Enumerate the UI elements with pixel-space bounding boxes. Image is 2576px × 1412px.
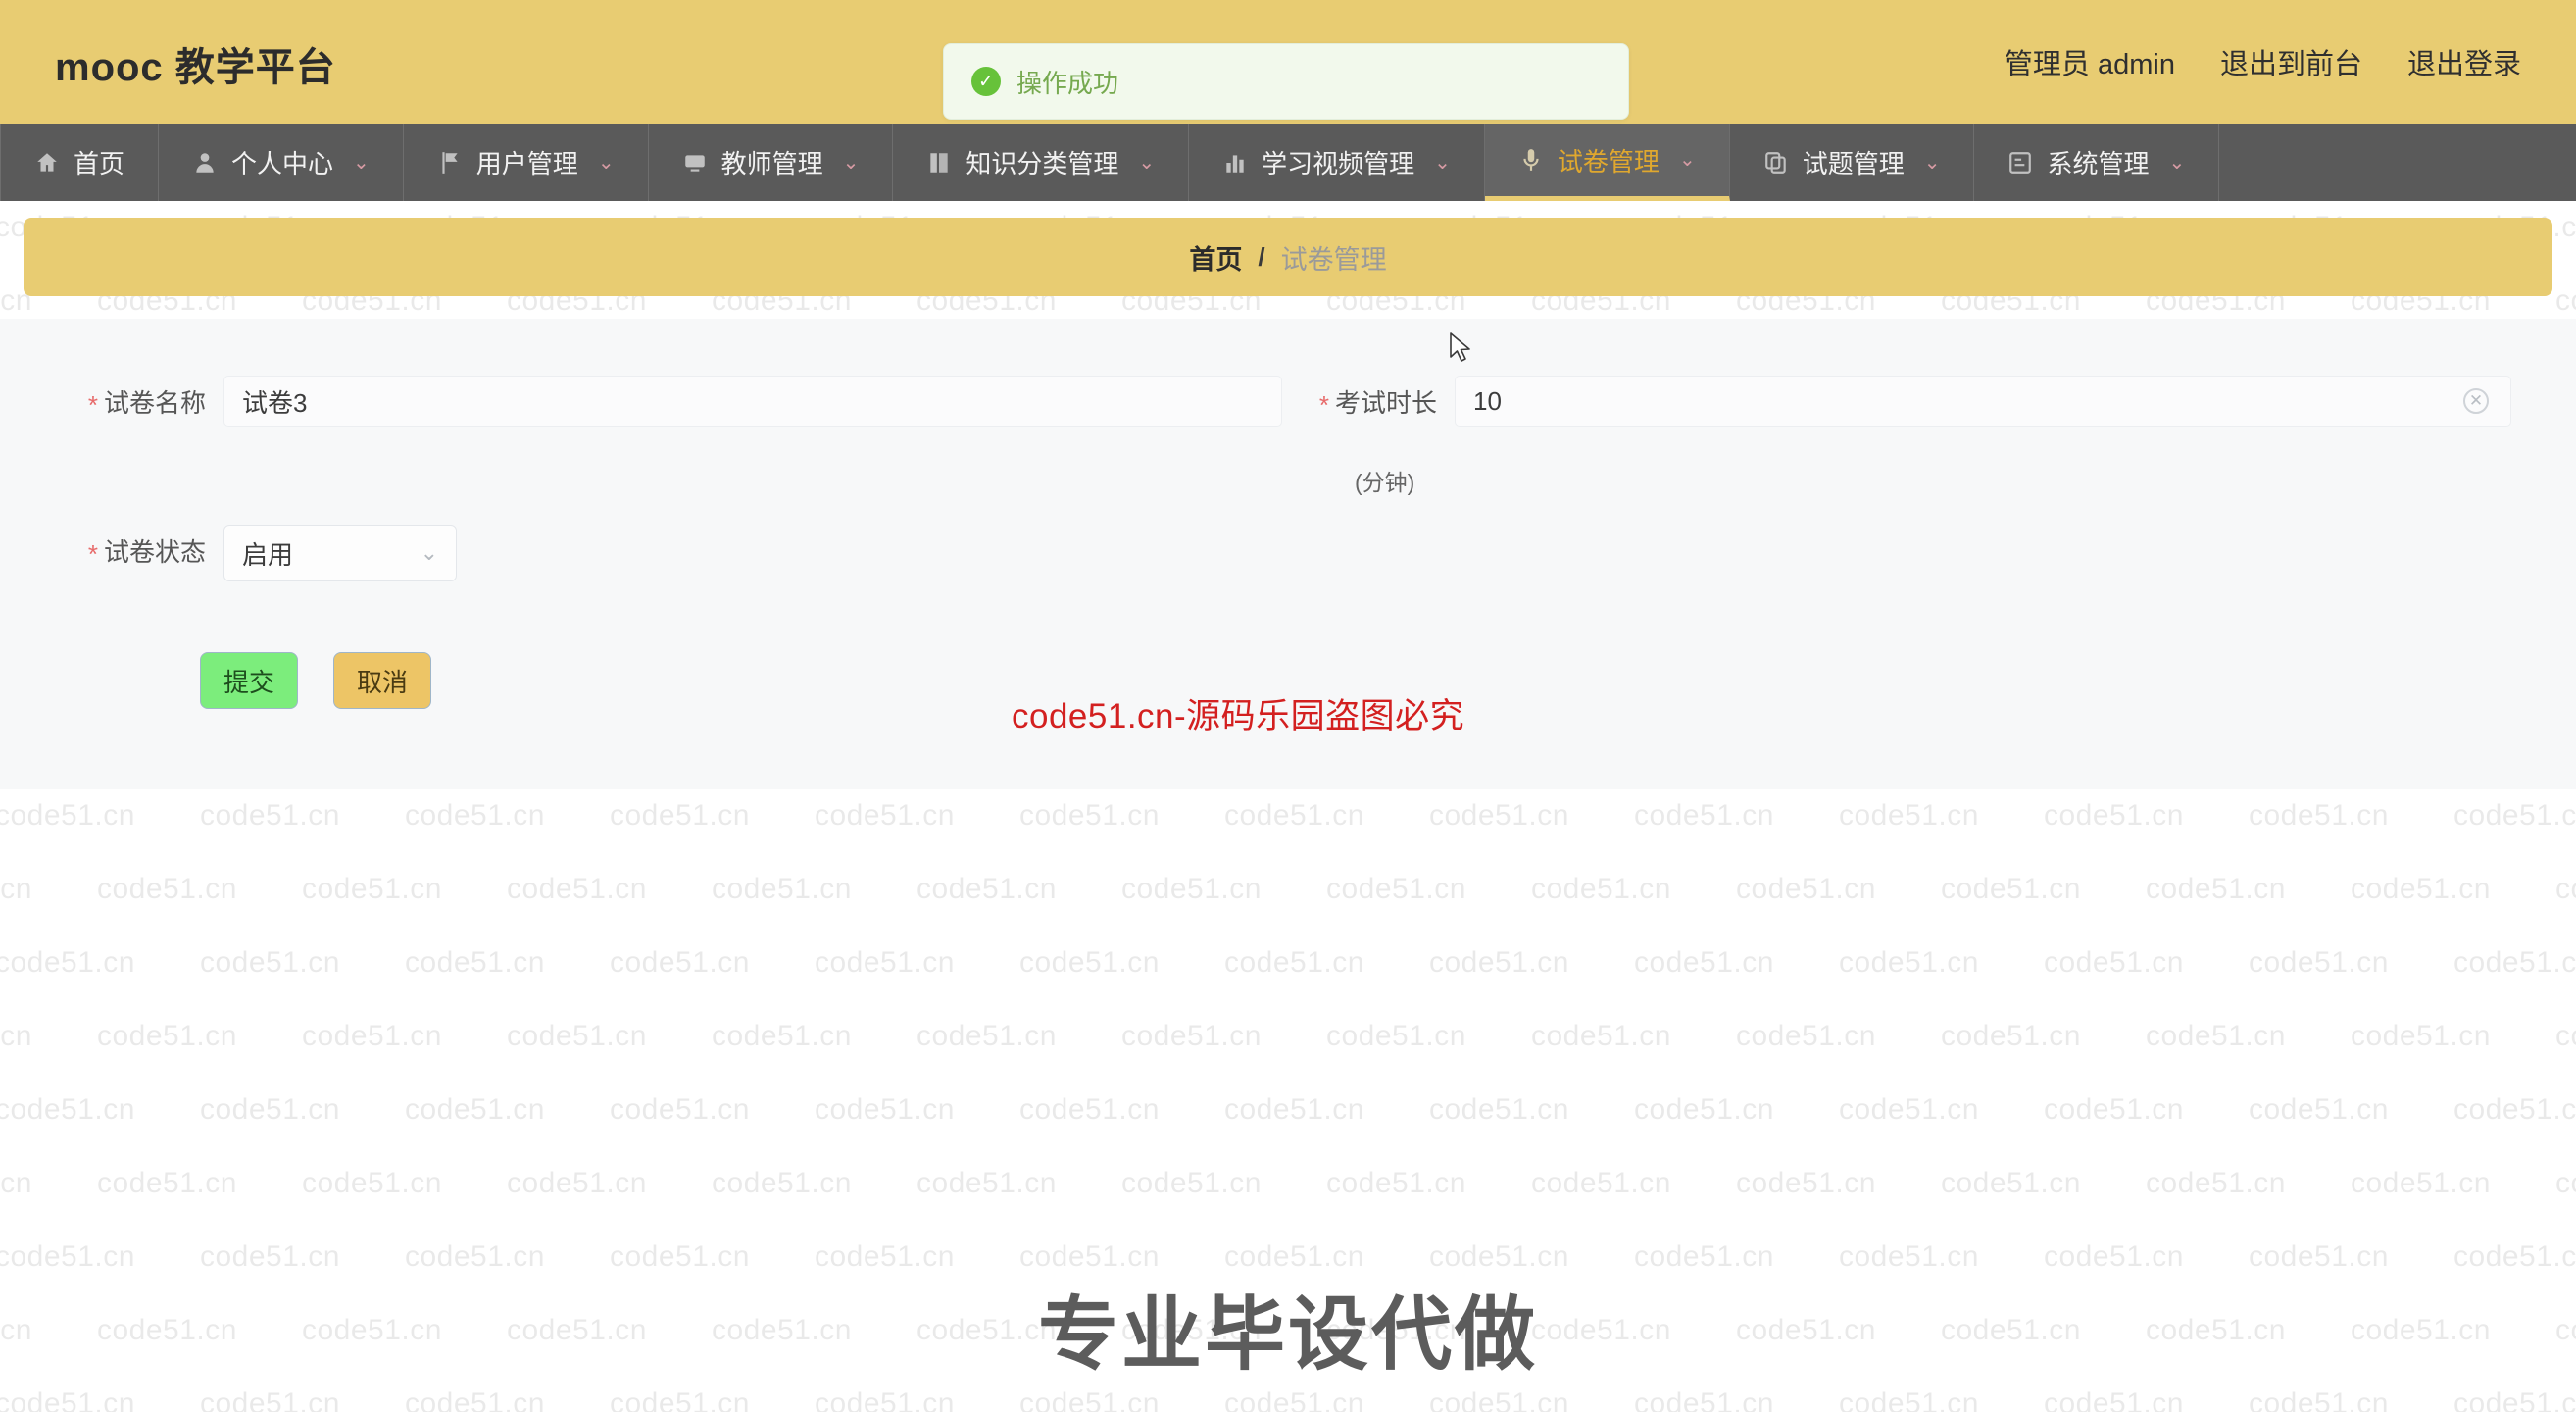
required-asterisk: * [87,538,98,569]
main-navigation: 首页 个人中心 ⌄ 用户管理 ⌄ 教师管理 ⌄ 知识分类管理 ⌄ 学习视频管理 [0,124,2576,201]
chevron-down-icon: ⌄ [597,151,615,174]
nav-item-knowledge-category-management[interactable]: 知识分类管理 ⌄ [893,124,1190,201]
user-icon [192,150,218,176]
nav-label-system-management: 系统管理 [2047,149,2150,178]
exit-to-frontend-link[interactable]: 退出到前台 [2220,41,2362,82]
nav-label-home: 首页 [74,149,125,178]
required-asterisk: * [87,389,98,420]
nav-label-user-management: 用户管理 [475,149,578,178]
breadcrumb-home[interactable]: 首页 [1189,238,1242,277]
copyright-notice: code51.cn-源码乐园盗图必究 [1012,697,1465,735]
nav-label-learning-video-management: 学习视频管理 [1262,149,1415,178]
nav-item-learning-video-management[interactable]: 学习视频管理 ⌄ [1189,124,1485,201]
exam-duration-label: * 考试时长 [1318,388,1437,420]
nav-item-personal-center[interactable]: 个人中心 ⌄ [159,124,404,201]
nav-label-exam-paper-management: 试卷管理 [1557,146,1660,176]
chevron-down-icon: ⌄ [1923,151,1941,174]
breadcrumb-separator: / [1258,241,1265,272]
home-icon [34,150,60,176]
flag-icon [437,150,463,176]
app-title: mooc 教学平台 [55,46,336,89]
watermark-row: code51.cncode51.cncode51.cncode51.cncode… [0,873,2576,905]
copy-icon [1763,150,1789,176]
nav-item-home[interactable]: 首页 [0,124,160,201]
breadcrumb-current: 试卷管理 [1280,244,1387,275]
watermark-row: code51.cncode51.cncode51.cncode51.cncode… [0,946,2576,979]
paper-status-label: * 试卷状态 [87,537,206,569]
cancel-button[interactable]: 取消 [333,652,431,709]
bottom-slogan: 专业毕设代做 [1037,1290,1538,1380]
nav-item-exam-paper-management[interactable]: 试卷管理 ⌄ [1484,124,1730,201]
paper-name-label: * 试卷名称 [87,388,206,420]
nav-label-question-management: 试题管理 [1802,149,1905,178]
admin-user-label[interactable]: 管理员 admin [2005,41,2175,82]
watermark-row: code51.cncode51.cncode51.cncode51.cncode… [0,799,2576,832]
form-actions: 提交 取消 [200,652,431,709]
chevron-down-icon: ⌄ [1138,151,1156,174]
paper-status-select[interactable]: 启用 ⌄ [223,525,457,581]
submit-button[interactable]: 提交 [200,652,298,709]
nav-item-user-management[interactable]: 用户管理 ⌄ [404,124,649,201]
exam-duration-value: 10 [1473,385,1502,416]
paper-status-value: 启用 [242,539,294,570]
nav-item-system-management[interactable]: 系统管理 ⌄ [1974,124,2220,201]
field-exam-duration: * 考试时长 10 ✕ [1290,376,2511,427]
field-paper-name: * 试卷名称 试卷3 [59,376,1282,427]
watermark-row: code51.cncode51.cncode51.cncode51.cncode… [0,1167,2576,1199]
chevron-down-icon: ⌄ [842,151,860,174]
circle-close-icon[interactable]: ✕ [2463,388,2489,414]
chevron-down-icon: ⌄ [1678,149,1696,171]
header-actions: 管理员 admin 退出到前台 退出登录 [2005,41,2521,82]
nav-label-knowledge-category-management: 知识分类管理 [966,149,1119,178]
nav-item-teacher-management[interactable]: 教师管理 ⌄ [649,124,894,201]
nav-item-question-management[interactable]: 试题管理 ⌄ [1730,124,1975,201]
form-icon [2007,150,2033,176]
chevron-down-icon: ⌄ [353,151,370,174]
breadcrumb: 首页 / 试卷管理 [24,218,2552,296]
success-toast: ✓ 操作成功 [943,43,1629,120]
chevron-down-icon: ⌄ [420,540,438,565]
paper-name-value: 试卷3 [242,387,308,418]
nav-label-teacher-management: 教师管理 [720,149,823,178]
required-asterisk: * [1318,389,1329,420]
watermark-row: code51.cncode51.cncode51.cncode51.cncode… [0,1093,2576,1126]
book-icon [926,150,952,176]
bar-chart-icon [1222,150,1248,176]
field-paper-status: * 试卷状态 启用 ⌄ [59,525,457,581]
watermark-row: code51.cncode51.cncode51.cncode51.cncode… [0,1387,2576,1412]
chevron-down-icon: ⌄ [1434,151,1451,174]
chevron-down-icon: ⌄ [2168,151,2186,174]
nav-label-personal-center: 个人中心 [231,149,334,178]
success-check-icon: ✓ [971,67,1001,96]
exam-duration-unit-hint: (分钟) [1355,470,1415,495]
watermark-row: code51.cncode51.cncode51.cncode51.cncode… [0,1020,2576,1052]
monitor-icon [682,150,708,176]
logout-link[interactable]: 退出登录 [2407,41,2521,82]
exam-duration-input[interactable]: 10 ✕ [1455,376,2511,427]
paper-name-input[interactable]: 试卷3 [223,376,1282,427]
microphone-icon [1518,147,1544,173]
toast-message: 操作成功 [1016,68,1119,98]
